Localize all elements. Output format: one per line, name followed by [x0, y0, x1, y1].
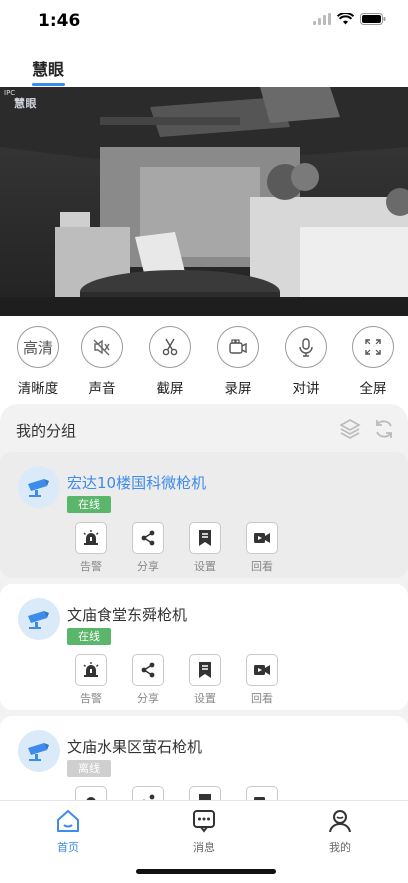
- battery-icon: [360, 13, 386, 25]
- action-label: 告警: [80, 560, 102, 573]
- control-label: 全屏: [359, 381, 387, 397]
- cctv-camera-icon: [28, 743, 49, 761]
- tab-label: 首页: [57, 841, 79, 854]
- playback-action[interactable]: 回看: [246, 654, 278, 706]
- microphone-icon[interactable]: [285, 326, 327, 368]
- share-action[interactable]: 分享: [132, 522, 164, 574]
- speaker-muted-icon[interactable]: [81, 326, 123, 368]
- status-time: 1:46: [38, 11, 81, 31]
- status-badge: 在线: [67, 628, 111, 645]
- settings-bookmark-icon[interactable]: [189, 654, 221, 686]
- status-bar: 1:46: [0, 0, 408, 44]
- alarm-action[interactable]: 告警: [75, 654, 107, 706]
- fullscreen-control[interactable]: 全屏: [343, 326, 403, 397]
- wifi-icon: [337, 13, 354, 25]
- tab-home[interactable]: 首页: [38, 808, 98, 855]
- control-label: 录屏: [224, 381, 252, 397]
- action-label: 分享: [137, 692, 159, 705]
- action-label: 告警: [80, 692, 102, 705]
- camera-avatar: [18, 730, 60, 772]
- playback-icon[interactable]: [246, 654, 278, 686]
- camera-actions: 告警 分享 设置 回看: [75, 654, 278, 706]
- player-controls: 高清 清晰度 声音 截屏 录屏 对讲 全屏: [0, 326, 408, 400]
- video-camera-icon[interactable]: [217, 326, 259, 368]
- page-title-tab[interactable]: 慧眼: [32, 56, 64, 80]
- control-label: 声音: [88, 381, 116, 397]
- settings-action[interactable]: 设置: [189, 522, 221, 574]
- playback-action[interactable]: 回看: [246, 522, 278, 574]
- cctv-camera-icon: [28, 611, 49, 629]
- status-badge: 在线: [67, 496, 111, 513]
- camera-avatar: [18, 466, 60, 508]
- alarm-light-icon[interactable]: [75, 522, 107, 554]
- share-action[interactable]: 分享: [132, 654, 164, 706]
- profile-icon: [310, 808, 370, 834]
- group-tools: [338, 417, 396, 445]
- camera-card[interactable]: 文庙食堂东舜枪机 在线 告警 分享 设置 回看: [0, 584, 408, 710]
- camera-card[interactable]: 文庙水果区萤石枪机 离线: [0, 716, 408, 804]
- tab-label: 我的: [329, 841, 351, 854]
- hd-text-icon[interactable]: 高清: [17, 326, 59, 368]
- settings-action[interactable]: 设置: [189, 654, 221, 706]
- alarm-light-icon[interactable]: [75, 654, 107, 686]
- active-tab-indicator: [32, 83, 65, 86]
- layers-icon[interactable]: [338, 417, 362, 445]
- camera-video-feed[interactable]: IPC 慧眼: [0, 87, 408, 316]
- cctv-camera-icon: [28, 479, 49, 497]
- group-title: 我的分组: [16, 422, 77, 440]
- settings-bookmark-icon[interactable]: [189, 522, 221, 554]
- action-label: 回看: [251, 692, 273, 705]
- sound-control[interactable]: 声音: [72, 326, 132, 397]
- playback-icon[interactable]: [246, 522, 278, 554]
- tab-messages[interactable]: 消息: [174, 808, 234, 855]
- action-label: 回看: [251, 560, 273, 573]
- camera-card[interactable]: 宏达10楼国科微枪机 在线 告警 分享 设置 回看: [0, 452, 408, 578]
- video-watermark-logo: 慧眼: [14, 97, 37, 110]
- control-label: 截屏: [156, 381, 184, 397]
- control-label: 清晰度: [17, 381, 59, 397]
- talk-control[interactable]: 对讲: [276, 326, 336, 397]
- home-icon: [38, 808, 98, 834]
- tab-label: 消息: [193, 841, 215, 854]
- camera-avatar: [18, 598, 60, 640]
- status-icons: [313, 13, 386, 25]
- camera-name: 文庙食堂东舜枪机: [67, 606, 188, 624]
- camera-actions: 告警 分享 设置 回看: [75, 522, 278, 574]
- action-label: 分享: [137, 560, 159, 573]
- screenshot-control[interactable]: 截屏: [140, 326, 200, 397]
- status-badge: 离线: [67, 760, 111, 777]
- alarm-action[interactable]: 告警: [75, 522, 107, 574]
- share-icon[interactable]: [132, 654, 164, 686]
- record-control[interactable]: 录屏: [208, 326, 268, 397]
- camera-name: 宏达10楼国科微枪机: [67, 474, 207, 492]
- fullscreen-icon[interactable]: [352, 326, 394, 368]
- home-indicator: [136, 869, 276, 874]
- share-icon[interactable]: [132, 522, 164, 554]
- refresh-icon[interactable]: [372, 417, 396, 445]
- quality-control[interactable]: 高清 清晰度: [8, 326, 68, 397]
- tab-profile[interactable]: 我的: [310, 808, 370, 855]
- scissors-icon[interactable]: [149, 326, 191, 368]
- control-label: 对讲: [292, 381, 320, 397]
- camera-name: 文庙水果区萤石枪机: [67, 738, 203, 756]
- signal-icon: [313, 13, 331, 25]
- my-group-panel: 我的分组 宏达10楼国科微枪机 在线 告警 分享 设置 回看 文庙食堂东舜枪机 …: [0, 404, 408, 804]
- message-icon: [174, 808, 234, 834]
- action-label: 设置: [194, 692, 216, 705]
- action-label: 设置: [194, 560, 216, 573]
